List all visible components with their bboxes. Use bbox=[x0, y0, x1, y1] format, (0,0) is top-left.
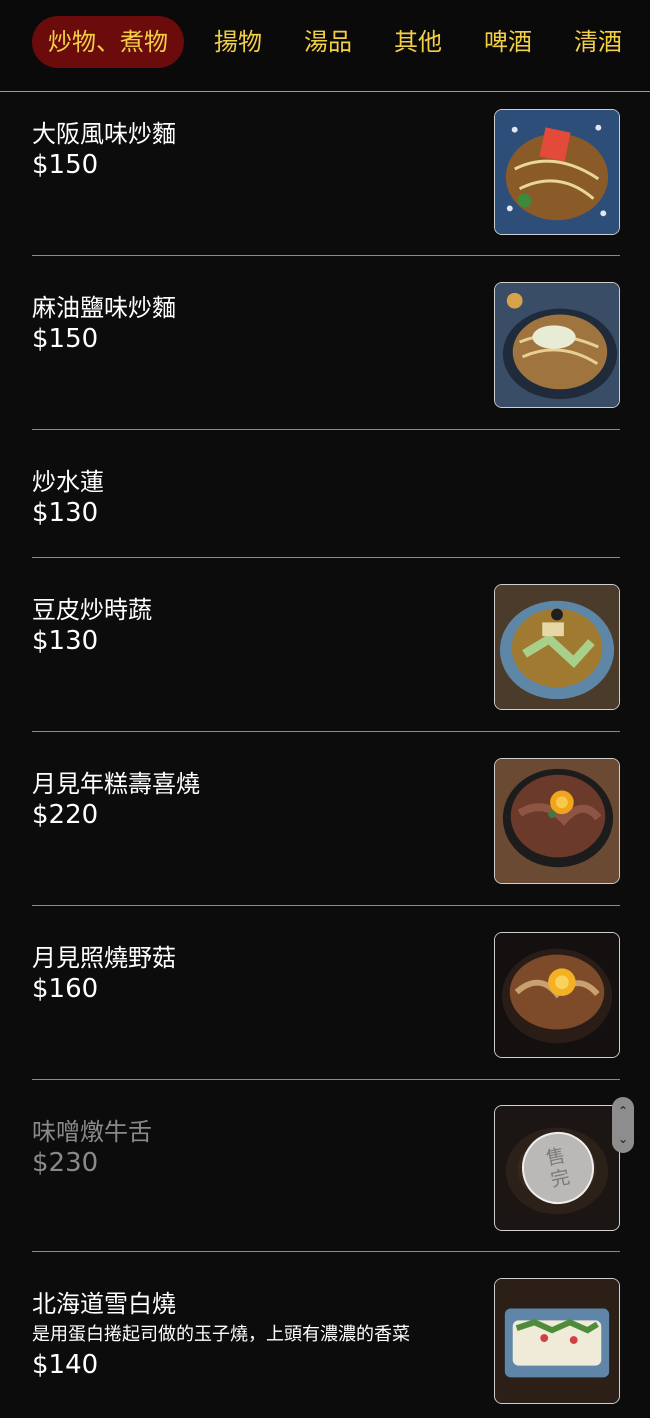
menu-item[interactable]: 月見年糕壽喜燒 $220 bbox=[32, 732, 620, 906]
yakisoba-photo bbox=[494, 109, 620, 235]
item-name: 北海道雪白燒 bbox=[32, 1290, 176, 1318]
scroll-control[interactable]: ⌃ ⌄ bbox=[612, 1097, 634, 1153]
item-price: $150 bbox=[32, 324, 99, 354]
item-price: $150 bbox=[32, 150, 99, 180]
tamagoyaki-photo bbox=[494, 1278, 620, 1404]
menu-item-sold-out: 味噌燉牛舌 $230 售完 bbox=[32, 1080, 620, 1252]
item-name: 炒水蓮 bbox=[32, 468, 104, 496]
item-name: 大阪風味炒麵 bbox=[32, 120, 176, 148]
item-price: $130 bbox=[32, 626, 99, 656]
tab-soup[interactable]: 湯品 bbox=[304, 16, 352, 68]
item-name: 麻油鹽味炒麵 bbox=[32, 294, 176, 322]
chevron-up-icon[interactable]: ⌃ bbox=[618, 1104, 628, 1118]
tab-other[interactable]: 其他 bbox=[394, 16, 442, 68]
menu-item[interactable]: 大阪風味炒麵 $150 bbox=[32, 92, 620, 256]
item-price: $160 bbox=[32, 974, 99, 1004]
beef-tongue-photo: 售完 bbox=[494, 1105, 620, 1231]
menu-item[interactable]: 炒水蓮 $130 bbox=[32, 430, 620, 558]
item-price: $220 bbox=[32, 800, 99, 830]
menu-item[interactable]: 月見照燒野菇 $160 bbox=[32, 906, 620, 1080]
tofu-skin-vegetables-photo bbox=[494, 584, 620, 710]
tab-stir-fry-simmered[interactable]: 炒物、煮物 bbox=[32, 16, 184, 68]
category-tab-bar: 炒物、煮物 揚物 湯品 其他 啤酒 清酒 bbox=[0, 0, 650, 92]
sukiyaki-photo bbox=[494, 758, 620, 884]
tab-beer[interactable]: 啤酒 bbox=[484, 16, 532, 68]
tab-fried[interactable]: 揚物 bbox=[214, 16, 262, 68]
chevron-down-icon[interactable]: ⌄ bbox=[618, 1132, 628, 1146]
teriyaki-mushroom-photo bbox=[494, 932, 620, 1058]
menu-item[interactable]: 豆皮炒時蔬 $130 bbox=[32, 558, 620, 732]
item-price: $130 bbox=[32, 498, 99, 528]
item-name: 月見年糕壽喜燒 bbox=[32, 770, 200, 798]
item-name: 月見照燒野菇 bbox=[32, 944, 176, 972]
item-name: 豆皮炒時蔬 bbox=[32, 596, 152, 624]
tab-sake[interactable]: 清酒 bbox=[574, 16, 622, 68]
item-price: $230 bbox=[32, 1148, 99, 1178]
item-price: $140 bbox=[32, 1350, 99, 1380]
item-name: 味噌燉牛舌 bbox=[32, 1118, 152, 1146]
menu-item[interactable]: 北海道雪白燒 是用蛋白捲起司做的玉子燒，上頭有濃濃的香菜 $140 bbox=[32, 1252, 620, 1418]
sesame-noodles-photo bbox=[494, 282, 620, 408]
menu-page: 炒物、煮物 揚物 湯品 其他 啤酒 清酒 大阪風味炒麵 $150 麻油鹽味炒麵 … bbox=[0, 0, 650, 1418]
item-description: 是用蛋白捲起司做的玉子燒，上頭有濃濃的香菜 bbox=[32, 1324, 410, 1345]
menu-item[interactable]: 麻油鹽味炒麵 $150 bbox=[32, 256, 620, 430]
